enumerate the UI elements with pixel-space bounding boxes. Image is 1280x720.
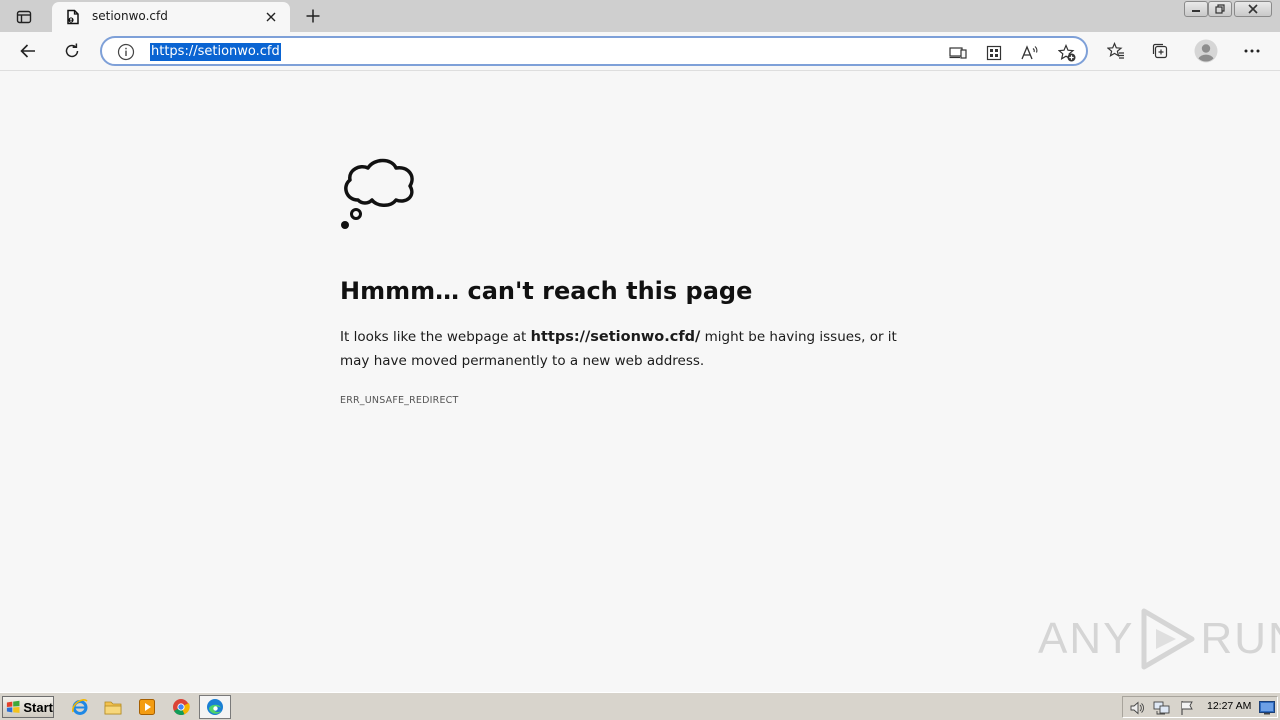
- anyrun-watermark: ANY RUN: [1038, 607, 1280, 671]
- clock[interactable]: 12:27 AM: [1207, 700, 1251, 712]
- taskbar-media-player[interactable]: [137, 697, 157, 717]
- refresh-icon: [65, 43, 79, 58]
- taskbar: Start 12:27 AM: [0, 692, 1280, 720]
- show-desktop-icon[interactable]: [1259, 701, 1275, 715]
- star-plus-icon: [1058, 44, 1076, 62]
- read-aloud-icon: [1021, 45, 1038, 60]
- window-close-button[interactable]: [1234, 1, 1272, 17]
- page-file-icon: [67, 9, 79, 25]
- play-logo-icon: [1141, 608, 1195, 670]
- folder-icon: [104, 701, 122, 715]
- taskbar-explorer[interactable]: [103, 697, 123, 717]
- add-favorite-button[interactable]: [1056, 42, 1078, 64]
- error-url: https://setionwo.cfd/: [530, 329, 701, 345]
- app-available-button[interactable]: [947, 42, 969, 64]
- browser-toolbar: https://setionwo.cfd: [0, 32, 1280, 71]
- media-player-icon: [139, 699, 155, 715]
- favorites-button[interactable]: [1101, 37, 1131, 65]
- taskbar-edge[interactable]: [199, 695, 231, 719]
- error-page: Hmmm… can't reach this page It looks lik…: [0, 72, 1280, 692]
- info-icon[interactable]: [117, 43, 135, 61]
- plus-icon: [306, 9, 320, 23]
- refresh-button[interactable]: [57, 37, 87, 65]
- collections-icon: [1152, 43, 1168, 59]
- chrome-icon: [173, 699, 190, 715]
- start-label: Start: [23, 699, 53, 715]
- error-text-before: It looks like the webpage at: [340, 329, 531, 345]
- avatar-icon: [1194, 39, 1218, 63]
- error-heading: Hmmm… can't reach this page: [340, 277, 753, 305]
- taskbar-ie[interactable]: [70, 697, 90, 717]
- profile-button[interactable]: [1191, 37, 1221, 65]
- taskbar-chrome[interactable]: [171, 697, 191, 717]
- error-description: It looks like the webpage at https://set…: [340, 325, 920, 373]
- collections-button[interactable]: [1145, 37, 1175, 65]
- thought-cloud-icon: [341, 158, 414, 229]
- read-aloud-button[interactable]: [1019, 42, 1041, 64]
- volume-icon[interactable]: [1129, 700, 1145, 716]
- minimize-icon: [1192, 10, 1200, 12]
- flag-icon[interactable]: [1179, 700, 1195, 716]
- internet-explorer-icon: [72, 699, 88, 715]
- error-code: ERR_UNSAFE_REDIRECT: [340, 395, 459, 406]
- more-button[interactable]: [1237, 37, 1267, 65]
- tab-actions-icon: [16, 10, 32, 24]
- watermark-right: RUN: [1200, 614, 1280, 663]
- system-tray: 12:27 AM: [1122, 696, 1278, 718]
- close-icon: [266, 12, 276, 22]
- address-url[interactable]: https://setionwo.cfd: [150, 43, 281, 61]
- app-available-icon: [949, 47, 967, 59]
- restore-button[interactable]: [1208, 1, 1232, 17]
- edge-icon: [207, 699, 223, 715]
- tab-close-button[interactable]: [261, 7, 281, 27]
- arrow-left-icon: [20, 44, 35, 58]
- tab-actions-button[interactable]: [10, 6, 38, 28]
- more-icon: [1244, 49, 1260, 53]
- watermark-left: ANY: [1038, 614, 1135, 663]
- tab-strip: setionwo.cfd: [0, 0, 1280, 32]
- close-icon: [1248, 4, 1258, 14]
- grid-icon: [986, 45, 1002, 61]
- back-button[interactable]: [13, 37, 43, 65]
- minimize-button[interactable]: [1184, 1, 1208, 17]
- extensions-button[interactable]: [983, 42, 1005, 64]
- tab-title: setionwo.cfd: [92, 9, 168, 23]
- address-bar[interactable]: https://setionwo.cfd: [100, 36, 1088, 66]
- active-tab[interactable]: setionwo.cfd: [52, 2, 290, 32]
- restore-icon: [1215, 4, 1225, 14]
- favorites-icon: [1107, 42, 1124, 59]
- windows-logo-icon: [6, 700, 20, 713]
- start-button[interactable]: Start: [2, 696, 54, 718]
- network-icon[interactable]: [1153, 700, 1171, 716]
- new-tab-button[interactable]: [300, 4, 326, 28]
